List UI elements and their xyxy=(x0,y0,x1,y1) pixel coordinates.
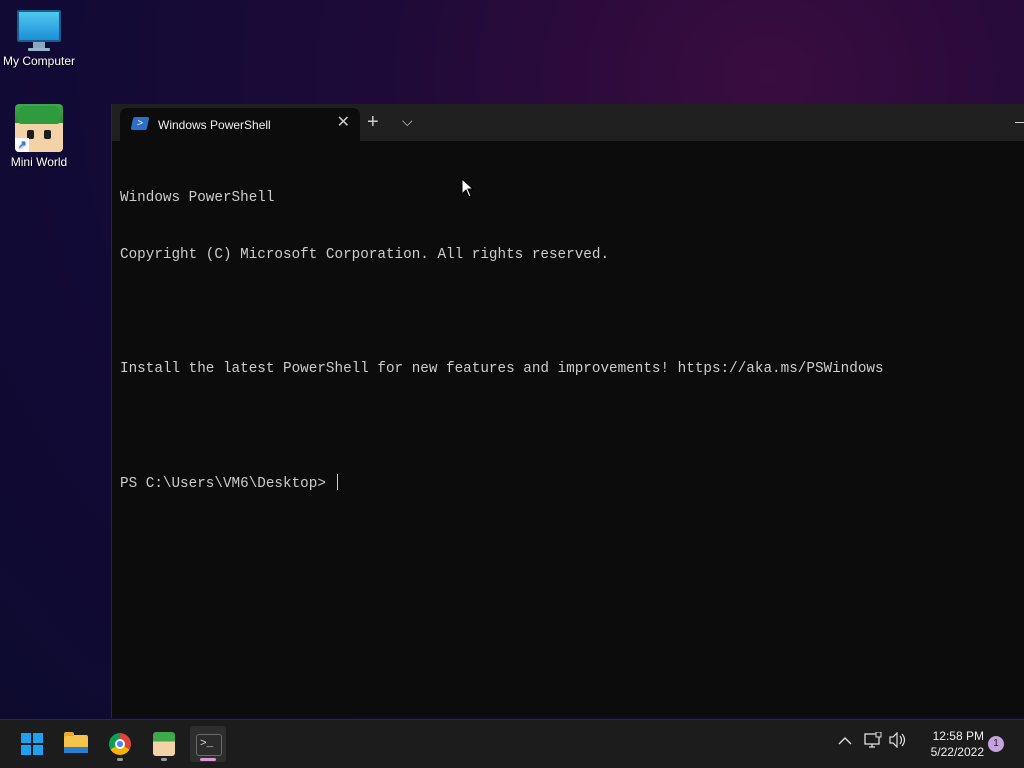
volume-icon[interactable] xyxy=(889,731,907,754)
windows-terminal-button[interactable]: >_ xyxy=(190,726,226,762)
console-line: Windows PowerShell xyxy=(120,190,275,206)
prompt-line[interactable]: PS C:\Users\VM6\Desktop> xyxy=(120,474,1017,493)
network-icon[interactable] xyxy=(864,731,882,754)
taskbar: >_ 12:58 PM 5/22/2022 1 xyxy=(0,719,1024,768)
minimize-button[interactable] xyxy=(1015,122,1024,123)
prompt-text: PS C:\Users\VM6\Desktop> xyxy=(120,476,335,492)
desktop-icon-my-computer[interactable]: My Computer xyxy=(1,10,77,68)
new-tab-button[interactable]: + xyxy=(367,112,379,132)
desktop-icon-mini-world[interactable]: ↗ Mini World xyxy=(1,104,77,169)
console-output[interactable]: Windows PowerShell Copyright (C) Microso… xyxy=(120,151,1017,531)
start-button[interactable] xyxy=(14,726,50,762)
text-cursor xyxy=(336,474,338,490)
tab-title: Windows PowerShell xyxy=(158,118,271,132)
folder-icon xyxy=(64,732,88,753)
terminal-icon: >_ xyxy=(196,734,222,756)
mini-world-game-icon xyxy=(153,732,175,756)
notification-badge[interactable]: 1 xyxy=(988,736,1004,752)
running-indicator xyxy=(161,758,167,761)
windows-logo-icon xyxy=(21,733,43,755)
desktop-icon-label: Mini World xyxy=(10,155,68,169)
clock-time: 12:58 PM xyxy=(932,729,984,743)
running-indicator xyxy=(117,758,123,761)
clock-date: 5/22/2022 xyxy=(930,745,984,759)
powershell-icon: > xyxy=(130,117,150,130)
monitor-stand xyxy=(28,48,50,51)
chevron-down-icon[interactable]: ⌵ xyxy=(402,113,413,130)
console-line: Install the latest PowerShell for new fe… xyxy=(120,361,884,377)
chrome-button[interactable] xyxy=(102,726,138,762)
mouse-pointer-icon xyxy=(461,178,474,198)
desktop-icon-label: My Computer xyxy=(2,54,76,68)
show-hidden-icons-chevron-icon[interactable] xyxy=(838,732,852,752)
active-indicator xyxy=(200,758,216,761)
close-tab-icon[interactable]: ✕ xyxy=(337,115,350,131)
mini-world-button[interactable] xyxy=(146,726,182,762)
console-line: Copyright (C) Microsoft Corporation. All… xyxy=(120,247,610,263)
mini-world-game-icon: ↗ xyxy=(15,104,63,152)
clock[interactable]: 12:58 PM 5/22/2022 xyxy=(912,728,984,760)
title-bar[interactable]: > Windows PowerShell ✕ + ⌵ xyxy=(112,104,1024,141)
tab-windows-powershell[interactable]: > Windows PowerShell ✕ xyxy=(120,108,360,141)
chrome-icon xyxy=(109,733,131,755)
shortcut-arrow-icon: ↗ xyxy=(15,138,29,152)
monitor-icon xyxy=(17,10,61,48)
terminal-window[interactable]: > Windows PowerShell ✕ + ⌵ Windows Power… xyxy=(111,104,1024,718)
file-explorer-button[interactable] xyxy=(58,726,94,762)
